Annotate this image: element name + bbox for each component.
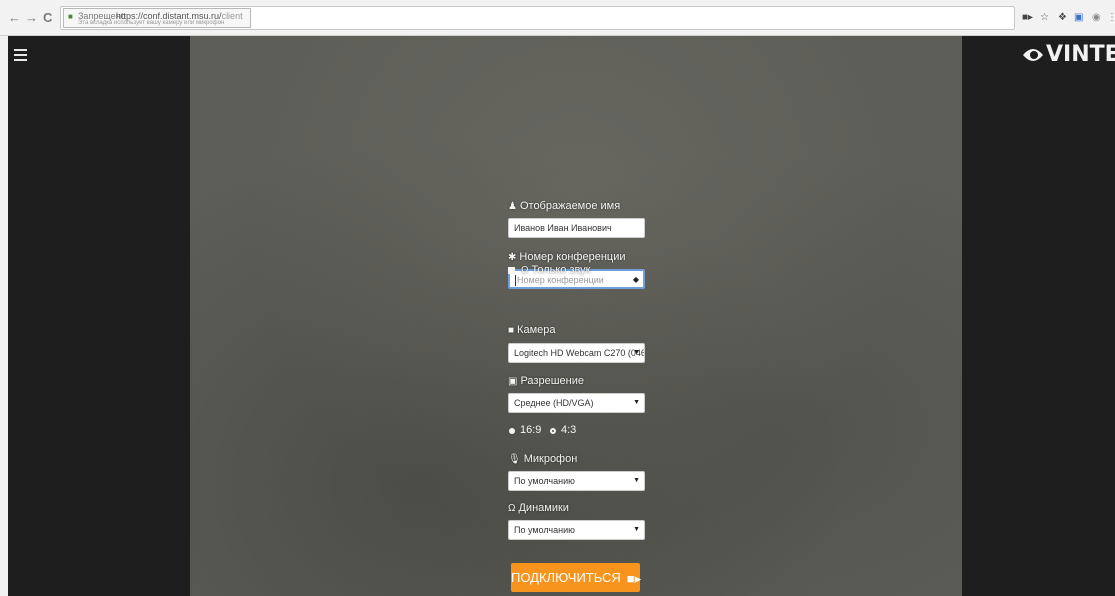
forward-button[interactable]: → <box>25 11 38 25</box>
logo-text: VINTE <box>1046 42 1115 67</box>
chevron-down-icon: ▼ <box>633 526 640 533</box>
aspect-16-9-label: 16:9 <box>520 424 542 436</box>
chevron-down-icon: ▼ <box>633 477 640 484</box>
headphones-icon: Ω <box>521 265 529 276</box>
resolution-select[interactable]: Среднее (HD/VGA) ▼ <box>508 393 645 413</box>
menu-dots-icon[interactable]: ⋮ <box>1107 12 1115 23</box>
video-camera-icon: ■▸ <box>626 571 642 587</box>
reload-button[interactable]: C <box>43 11 52 25</box>
chevron-down-icon: ▼ <box>633 349 640 356</box>
video-camera-icon: ■ <box>508 325 515 336</box>
image-icon: ▣ <box>508 376 518 387</box>
address-bar[interactable]: ■ Запрещено https://conf.distant.msu.ru/… <box>60 6 1015 30</box>
audio-only-label: Ω Только звук <box>521 264 591 276</box>
camera-usage-tooltip: Эта вкладка использует вашу камеру или м… <box>78 20 225 26</box>
back-button[interactable]: ← <box>8 11 21 25</box>
asterisk-icon: ✱ <box>508 252 517 263</box>
chevron-down-icon: ▼ <box>633 399 640 406</box>
mail-icon[interactable]: ▣ <box>1074 12 1083 23</box>
resolution-label: ▣ Разрешение <box>508 375 584 387</box>
display-name-input[interactable]: Иванов Иван Иванович <box>508 218 645 238</box>
display-name-label: ♟ Отображаемое имя <box>508 200 621 212</box>
connect-button[interactable]: ПОДКЛЮЧИТЬСЯ ■▸ <box>511 563 642 592</box>
window-edge <box>0 36 8 596</box>
speakers-select[interactable]: По умолчанию ▼ <box>508 520 645 540</box>
audio-only-checkbox[interactable] <box>508 267 515 274</box>
speakers-label: Ω Динамики <box>508 502 569 514</box>
security-chip[interactable]: ■ Запрещено https://conf.distant.msu.ru/… <box>63 8 251 28</box>
aspect-4-3-label: 4:3 <box>561 424 577 436</box>
microphone-label: 🎙 Микрофон <box>508 453 578 465</box>
extension-icon[interactable]: ◉ <box>1092 12 1101 23</box>
microphone-icon: 🎙 <box>508 454 521 465</box>
camera-preview <box>190 36 962 596</box>
aspect-4-3-radio[interactable] <box>550 428 556 434</box>
camera-select[interactable]: Logitech HD Webcam C270 (046 ▼ <box>508 343 645 363</box>
evernote-icon[interactable]: ❖ <box>1058 12 1067 23</box>
browser-toolbar: ← → C ■ Запрещено https://conf.distant.m… <box>0 0 1115 36</box>
conference-number-label: ✱ Номер конференции <box>508 251 626 263</box>
headphones-icon: Ω <box>508 503 516 514</box>
logo-eye-icon <box>1023 49 1043 61</box>
camera-label: ■ Камера <box>508 324 556 336</box>
aspect-16-9-radio[interactable] <box>509 428 515 434</box>
user-icon: ♟ <box>508 201 517 212</box>
star-icon[interactable]: ☆ <box>1040 12 1049 23</box>
lock-icon: ■ <box>68 12 73 21</box>
microphone-select[interactable]: По умолчанию ▼ <box>508 471 645 491</box>
stepper-icon: ◆ <box>632 275 639 284</box>
hamburger-menu-icon[interactable] <box>14 49 27 62</box>
camera-icon[interactable]: ■▸ <box>1022 12 1033 23</box>
